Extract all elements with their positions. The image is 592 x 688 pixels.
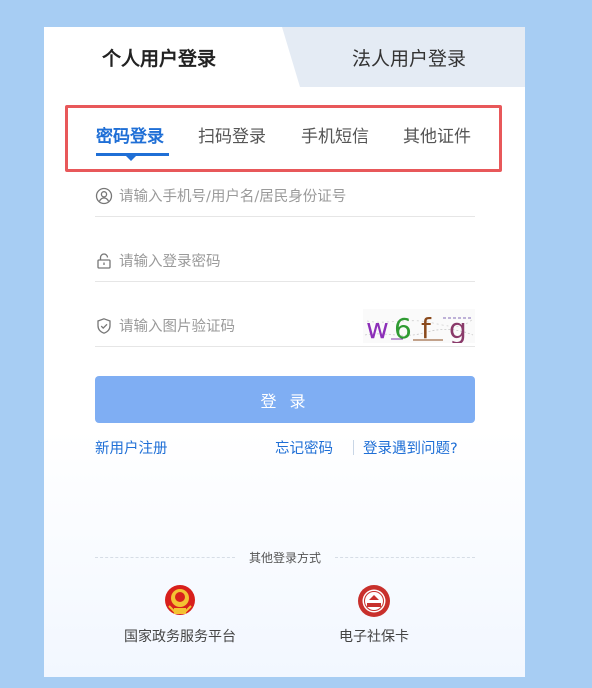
- password-field[interactable]: 请输入登录密码: [95, 240, 475, 282]
- shield-check-icon: [95, 317, 113, 335]
- captcha-char: w: [366, 312, 389, 343]
- tab-qrcode-login[interactable]: 扫码登录: [198, 122, 266, 147]
- lock-icon: [95, 252, 113, 270]
- password-input[interactable]: 请输入登录密码: [119, 250, 221, 271]
- other-login-divider: 其他登录方式: [95, 548, 476, 566]
- tab-other-id-login[interactable]: 其他证件: [403, 122, 471, 147]
- national-emblem-icon: [163, 584, 197, 618]
- tab-sms-login[interactable]: 手机短信: [301, 122, 369, 147]
- tab-password-login[interactable]: 密码登录: [96, 122, 164, 147]
- captcha-image[interactable]: w 6 f g: [363, 309, 475, 343]
- other-login-title: 其他登录方式: [249, 550, 322, 565]
- link-divider: [353, 440, 354, 455]
- captcha-char: 6: [394, 312, 412, 343]
- social-security-card-label: 电子社保卡: [339, 629, 409, 645]
- login-method-tabs: 密码登录 扫码登录 手机短信 其他证件: [65, 105, 502, 172]
- tab-legal-login[interactable]: 法人用户登录: [282, 27, 525, 87]
- account-input[interactable]: 请输入手机号/用户名/居民身份证号: [119, 185, 346, 206]
- account-field[interactable]: 请输入手机号/用户名/居民身份证号: [95, 175, 475, 217]
- captcha-char: f: [421, 312, 432, 343]
- national-platform-label: 国家政务服务平台: [124, 629, 236, 645]
- social-security-card-icon: [357, 584, 391, 618]
- captcha-input[interactable]: 请输入图片验证码: [119, 315, 235, 336]
- forgot-password-link[interactable]: 忘记密码: [275, 437, 333, 458]
- user-icon: [95, 187, 113, 205]
- register-link[interactable]: 新用户注册: [95, 437, 168, 458]
- user-type-tabs: 个人用户登录 法人用户登录: [44, 27, 525, 87]
- login-button[interactable]: 登 录: [95, 376, 475, 423]
- active-tab-caret: [126, 156, 136, 161]
- captcha-char: g: [449, 312, 467, 343]
- captcha-field[interactable]: 请输入图片验证码 w 6 f g: [95, 305, 475, 347]
- auxiliary-links: 新用户注册 忘记密码 登录遇到问题?: [95, 437, 475, 457]
- social-security-card-login[interactable]: 电子社保卡: [339, 584, 409, 646]
- login-card: 个人用户登录 法人用户登录 密码登录 扫码登录 手机短信 其他证件 请输入手机号…: [44, 27, 525, 677]
- national-platform-login[interactable]: 国家政务服务平台: [124, 584, 236, 646]
- login-problem-link[interactable]: 登录遇到问题?: [363, 437, 458, 458]
